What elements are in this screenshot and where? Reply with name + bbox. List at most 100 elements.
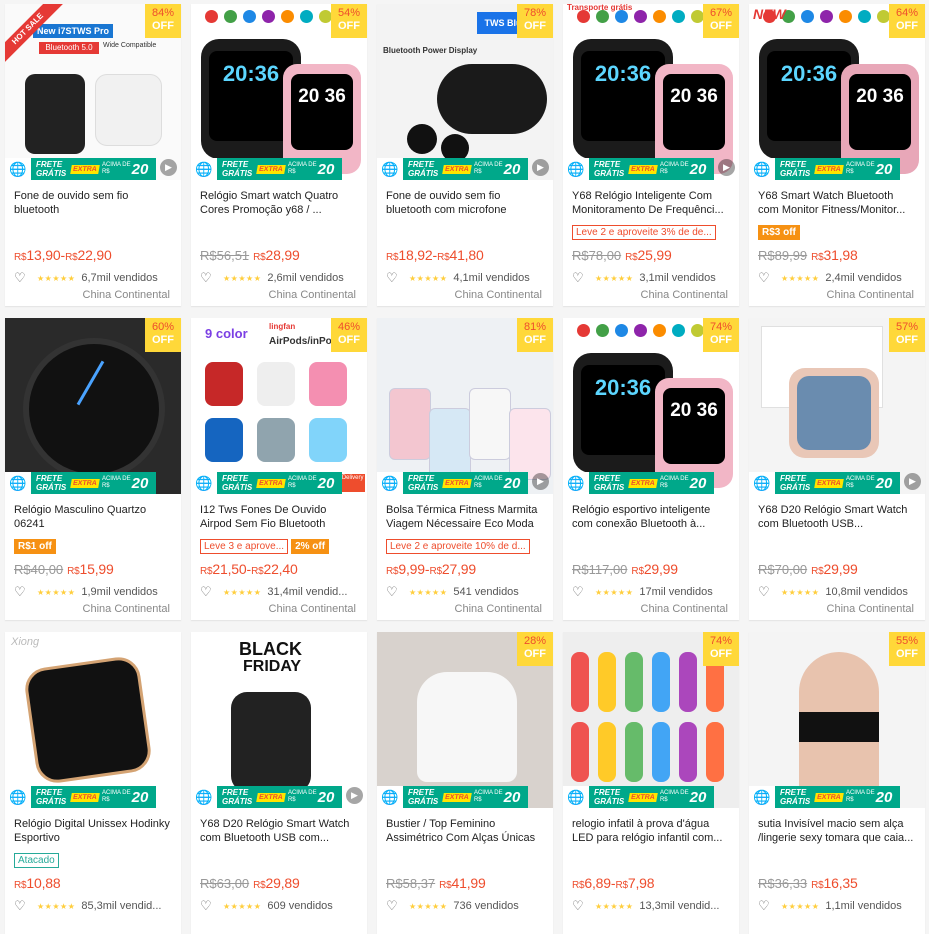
heart-icon[interactable]: ♡: [758, 898, 770, 914]
heart-icon[interactable]: ♡: [758, 584, 770, 600]
product-title[interactable]: Fone de ouvido sem fio bluetooth com mic…: [386, 189, 545, 217]
product-image[interactable]: TWS Bluet Bluetooth Power Display 78% OFF 🌐 F…: [377, 4, 553, 180]
product-image[interactable]: 74% OFF 🌐 FRETE GRÁTIS EXTRA ACIMA DE R$ 20: [563, 632, 739, 808]
product-title[interactable]: Bolsa Térmica Fitness Marmita Viagem Néc…: [386, 503, 545, 531]
product-card[interactable]: 28% OFF 🌐 FRETE GRÁTIS EXTRA ACIMA DE R$ 20 Busti…: [377, 632, 553, 934]
play-video-icon[interactable]: ▶: [532, 473, 549, 490]
product-info: Y68 D20 Relógio Smart Watch com Bluetoot…: [191, 808, 367, 915]
heart-icon[interactable]: ♡: [572, 584, 584, 600]
product-info: I12 Tws Fones De Ouvido Airpod Sem Fio B…: [191, 494, 367, 615]
heart-icon[interactable]: ♡: [572, 898, 584, 914]
product-title[interactable]: relogio infatil à prova d'água LED para …: [572, 817, 731, 845]
product-info: Relógio Masculino Quartzo 06241 R$1 off R$…: [5, 494, 181, 615]
acima-label: ACIMA DE R$: [660, 162, 689, 176]
promo-row: [572, 849, 731, 871]
product-title[interactable]: Relógio Digital Unissex Hodinky Esportiv…: [14, 817, 173, 845]
rating-stars: ★★★★★: [223, 273, 262, 283]
product-image[interactable]: 9 color lingfan AirPods/inPo Fast Delivery 4…: [191, 318, 367, 494]
heart-icon[interactable]: ♡: [386, 270, 398, 286]
product-card[interactable]: 9 color lingfan AirPods/inPo Fast Delivery 4…: [191, 318, 367, 620]
product-title[interactable]: Y68 Relógio Inteligente Com Monitorament…: [572, 189, 731, 217]
free-shipping-banner: 🌐 FRETE GRÁTIS EXTRA ACIMA DE R$ 20: [191, 786, 342, 808]
product-title[interactable]: Y68 D20 Relógio Smart Watch com Bluetoot…: [200, 817, 359, 845]
acima-currency: R$: [101, 483, 110, 489]
product-image[interactable]: 81% OFF 🌐 FRETE GRÁTIS EXTRA ACIMA DE R$ 20 ▶: [377, 318, 553, 494]
product-title[interactable]: Relógio Smart watch Quatro Cores Promoçã…: [200, 189, 359, 217]
discount-percent: 64%: [895, 7, 919, 19]
product-card[interactable]: 60% OFF 🌐 FRETE GRÁTIS EXTRA ACIMA DE R$ 20 Relóg…: [5, 318, 181, 620]
heart-icon[interactable]: ♡: [14, 584, 26, 600]
discount-off-label: OFF: [338, 334, 360, 346]
heart-icon[interactable]: ♡: [386, 584, 398, 600]
free-shipping-banner: 🌐 FRETE GRÁTIS EXTRA ACIMA DE R$ 20: [191, 158, 342, 180]
product-card[interactable]: 20:36 20 36 54% OFF 🌐 FRETE GRÁTIS EXTRA ACIMA D…: [191, 4, 367, 306]
frete-label: FRETE: [594, 474, 621, 483]
product-title[interactable]: I12 Tws Fones De Ouvido Airpod Sem Fio B…: [200, 503, 359, 531]
heart-icon[interactable]: ♡: [14, 270, 26, 286]
product-title[interactable]: Fone de ouvido sem fio bluetooth: [14, 189, 173, 217]
product-title[interactable]: Bustier / Top Feminino Assimétrico Com A…: [386, 817, 545, 845]
discount-badge: 57% OFF: [889, 318, 925, 352]
product-image[interactable]: 60% OFF 🌐 FRETE GRÁTIS EXTRA ACIMA DE R$ 20: [5, 318, 181, 494]
product-title[interactable]: Y68 D20 Relógio Smart Watch com Bluetoot…: [758, 503, 917, 531]
product-card[interactable]: 74% OFF 🌐 FRETE GRÁTIS EXTRA ACIMA DE R$ 20 relog…: [563, 632, 739, 934]
product-image[interactable]: BLACK FRIDAY 🌐 FRETE GRÁTIS EXTRA ACIMA DE R$ 20…: [191, 632, 367, 808]
rating-stars: ★★★★★: [409, 273, 448, 283]
product-card[interactable]: TWS Bluet Bluetooth Power Display 78% OFF 🌐 F…: [377, 4, 553, 306]
acima-text: ACIMA DE: [101, 162, 131, 168]
product-image[interactable]: 20:36 20 36 NEW 64% OFF 🌐 FRETE GRÁTIS EXTRA ACIM…: [749, 4, 925, 180]
play-video-icon[interactable]: ▶: [718, 159, 735, 176]
product-image[interactable]: 57% OFF 🌐 FRETE GRÁTIS EXTRA ACIMA DE R$ 20 ▶: [749, 318, 925, 494]
heart-icon[interactable]: ♡: [200, 584, 212, 600]
product-card[interactable]: 20:36 20 36 NEW 64% OFF 🌐 FRETE GRÁTIS EXTRA ACIM…: [749, 4, 925, 306]
meta-row: ♡ ★★★★★ 6,7mil vendidos: [14, 269, 173, 287]
currency-symbol: R$: [429, 566, 443, 577]
discount-percent: 57%: [895, 321, 919, 333]
rating-stars: ★★★★★: [409, 901, 448, 911]
discount-off-label: OFF: [710, 20, 732, 32]
play-video-icon[interactable]: ▶: [904, 473, 921, 490]
acima-currency: R$: [473, 797, 482, 803]
product-card[interactable]: New i7STWS Pro Bluetooth 5.0 Wide Compatib…: [5, 4, 181, 306]
product-image[interactable]: New i7STWS Pro Bluetooth 5.0 Wide Compatib…: [5, 4, 181, 180]
heart-icon[interactable]: ♡: [200, 898, 212, 914]
rating-stars: ★★★★★: [781, 273, 820, 283]
current-price: R$6,89: [572, 875, 611, 891]
heart-icon[interactable]: ♡: [758, 270, 770, 286]
product-card[interactable]: 20:36 20 36 74% OFF 🌐 FRETE GRÁTIS EXTRA ACIMA D…: [563, 318, 739, 620]
promo-row: [386, 221, 545, 243]
current-price: R$29,99: [811, 561, 858, 577]
product-image[interactable]: 55% OFF 🌐 FRETE GRÁTIS EXTRA ACIMA DE R$ 20: [749, 632, 925, 808]
heart-icon[interactable]: ♡: [386, 898, 398, 914]
original-price: R$40,00: [14, 561, 64, 577]
product-image[interactable]: 20:36 20 36 54% OFF 🌐 FRETE GRÁTIS EXTRA ACIMA D…: [191, 4, 367, 180]
product-card[interactable]: BLACK FRIDAY 🌐 FRETE GRÁTIS EXTRA ACIMA DE R$ 20…: [191, 632, 367, 934]
product-card[interactable]: Xiong 🌐 FRETE GRÁTIS EXTRA ACIMA DE R$ 20 Relógi…: [5, 632, 181, 934]
product-image[interactable]: Xiong 🌐 FRETE GRÁTIS EXTRA ACIMA DE R$ 20: [5, 632, 181, 808]
min-value: 20: [875, 160, 893, 178]
product-title[interactable]: Y68 Smart Watch Bluetooth com Monitor Fi…: [758, 189, 917, 217]
heart-icon[interactable]: ♡: [200, 270, 212, 286]
app-icon: [262, 10, 275, 23]
globe-icon: 🌐: [377, 158, 403, 180]
discount-percent: 55%: [895, 635, 919, 647]
product-card[interactable]: 81% OFF 🌐 FRETE GRÁTIS EXTRA ACIMA DE R$ 20 ▶ Bols…: [377, 318, 553, 620]
play-video-icon[interactable]: ▶: [160, 159, 177, 176]
product-image[interactable]: 20:36 20 36 Transporte grátis 67% OFF 🌐 FRETE G…: [563, 4, 739, 180]
price-row: R$117,00 R$29,99: [572, 557, 731, 581]
coupon-tag: R$3 off: [758, 224, 800, 240]
currency-symbol: R$: [253, 880, 266, 891]
product-card[interactable]: 55% OFF 🌐 FRETE GRÁTIS EXTRA ACIMA DE R$ 20 sutia…: [749, 632, 925, 934]
product-title[interactable]: Relógio Masculino Quartzo 06241: [14, 503, 173, 531]
original-price: R$78,00: [572, 247, 622, 263]
product-title[interactable]: Relógio esportivo inteligente com conexã…: [572, 503, 731, 531]
play-video-icon[interactable]: ▶: [532, 159, 549, 176]
play-video-icon[interactable]: ▶: [346, 787, 363, 804]
product-title[interactable]: sutia Invisível macio sem alça /lingerie…: [758, 817, 917, 845]
heart-icon[interactable]: ♡: [14, 898, 26, 914]
product-card[interactable]: 57% OFF 🌐 FRETE GRÁTIS EXTRA ACIMA DE R$ 20 ▶ Y68 …: [749, 318, 925, 620]
product-image[interactable]: 28% OFF 🌐 FRETE GRÁTIS EXTRA ACIMA DE R$ 20: [377, 632, 553, 808]
product-card[interactable]: 20:36 20 36 Transporte grátis 67% OFF 🌐 FRETE G…: [563, 4, 739, 306]
product-image[interactable]: 20:36 20 36 74% OFF 🌐 FRETE GRÁTIS EXTRA ACIMA D…: [563, 318, 739, 494]
heart-icon[interactable]: ♡: [572, 270, 584, 286]
